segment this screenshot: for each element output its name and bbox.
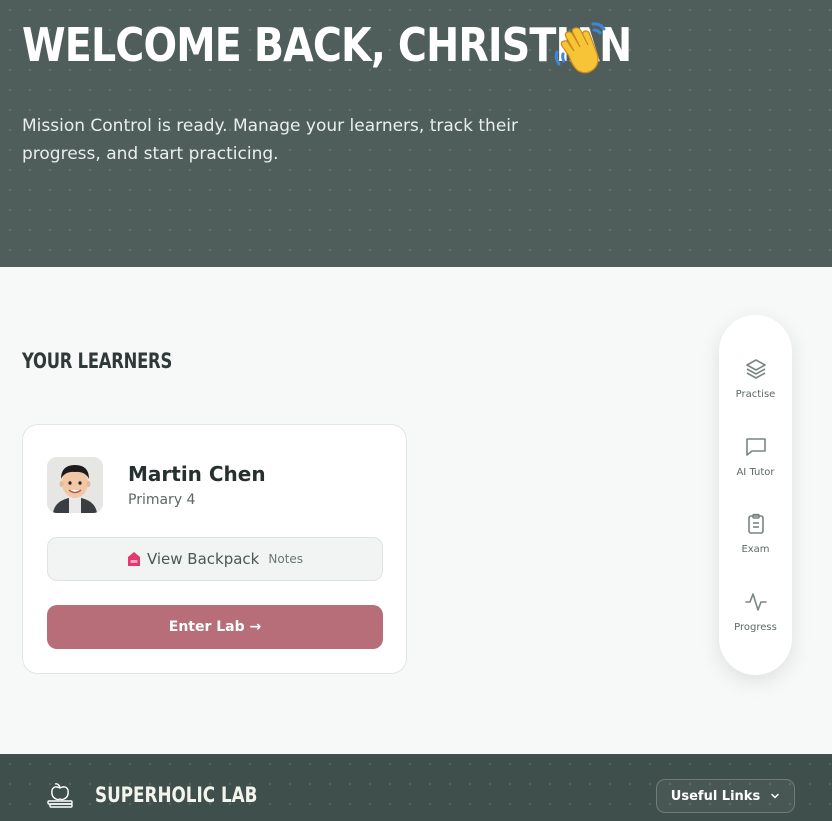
dock-label-practise: Practise	[735, 389, 776, 400]
view-backpack-button[interactable]: View Backpack Notes	[47, 537, 383, 581]
learner-avatar	[47, 457, 103, 513]
dock-label-exam: Exam	[741, 544, 770, 555]
dock-label-progress: Progress	[734, 622, 777, 633]
apple-books-logo-icon	[47, 783, 73, 808]
quick-nav-dock: Practise AI Tutor Exam Progress	[719, 315, 792, 675]
dock-item-ai-tutor[interactable]: AI Tutor	[719, 435, 792, 495]
welcome-hero: WELCOME BACK, CHRISTIAN Mission Control …	[0, 0, 832, 267]
view-backpack-label: View Backpack	[146, 550, 260, 568]
useful-links-label: Useful Links	[670, 788, 761, 804]
child-portrait-icon	[47, 457, 103, 513]
backpack-icon	[127, 552, 140, 566]
welcome-title: WELCOME BACK, CHRISTIAN	[22, 18, 632, 72]
enter-lab-button[interactable]: Enter Lab →	[47, 605, 383, 649]
activity-icon	[744, 593, 767, 611]
learner-grade: Primary 4	[128, 492, 196, 508]
learner-card: Martin Chen Primary 4 View Backpack Note…	[22, 424, 407, 674]
learner-name: Martin Chen	[128, 462, 266, 486]
dock-item-exam[interactable]: Exam	[719, 512, 792, 572]
site-footer: SUPERHOLIC LAB Useful Links	[0, 754, 832, 821]
chevron-down-icon	[771, 793, 779, 799]
welcome-subtitle: Mission Control is ready. Manage your le…	[22, 116, 518, 164]
learners-section-title: YOUR LEARNERS	[22, 349, 173, 373]
footer-brand: SUPERHOLIC LAB	[95, 783, 258, 807]
clipboard-icon	[747, 513, 764, 534]
useful-links-dropdown[interactable]: Useful Links	[656, 779, 795, 813]
chat-icon	[745, 438, 766, 456]
waving-hand-icon	[554, 22, 606, 74]
dock-label-ai-tutor: AI Tutor	[736, 467, 775, 478]
dock-item-practise[interactable]: Practise	[719, 357, 792, 417]
dock-item-progress[interactable]: Progress	[719, 590, 792, 650]
layers-icon	[745, 359, 766, 379]
notes-label: Notes	[268, 552, 304, 566]
